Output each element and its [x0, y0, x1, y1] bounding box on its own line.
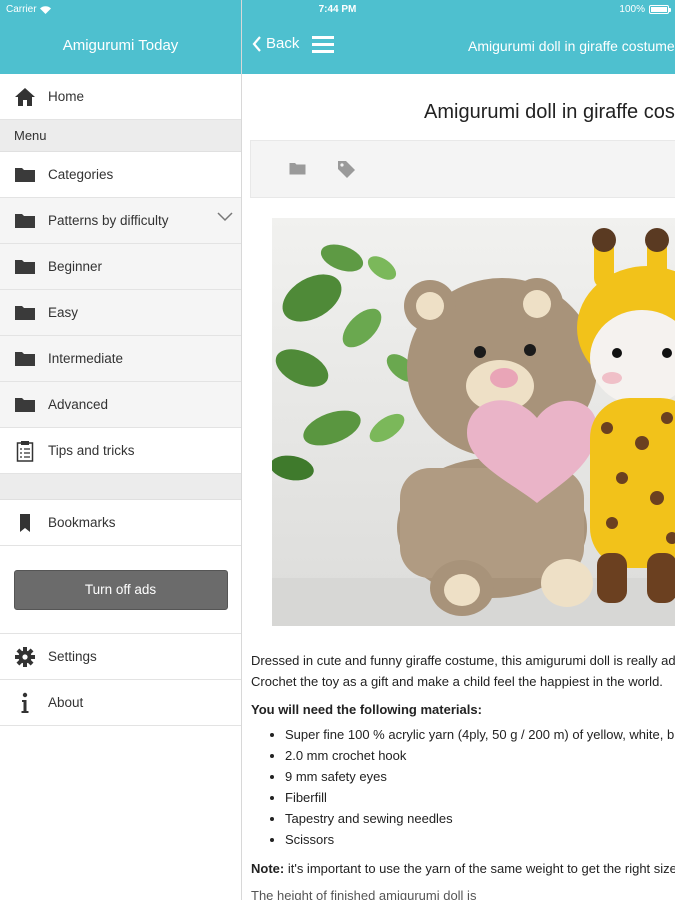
sidebar-item-label: Categories: [48, 167, 114, 182]
clipboard-icon: [14, 440, 36, 462]
header-title: Amigurumi doll in giraffe costume: [468, 38, 675, 54]
sidebar-item-tips-and-tricks[interactable]: Tips and tricks: [0, 428, 241, 474]
list-item: 9 mm safety eyes: [285, 766, 675, 787]
sidebar-divider: [0, 474, 241, 500]
tag-icon[interactable]: [337, 160, 356, 179]
list-item: Tapestry and sewing needles: [285, 808, 675, 829]
clock: 7:44 PM: [318, 4, 357, 15]
post-meta-bar: [250, 140, 675, 198]
sidebar-item-label: Easy: [48, 305, 79, 320]
menu-section-label: Menu: [14, 128, 47, 143]
menu-section-header: Menu: [0, 120, 241, 152]
sidebar-item-label: Settings: [48, 649, 97, 664]
main-panel: Back Amigurumi doll in giraffe costume A…: [242, 0, 675, 900]
sidebar: Amigurumi Today Home Menu Categories Pat…: [0, 0, 242, 900]
sidebar-item-settings[interactable]: Settings: [0, 634, 241, 680]
status-bar: Carrier 7:44 PM 100%: [0, 0, 675, 20]
home-icon: [14, 86, 36, 108]
list-item: Fiberfill: [285, 787, 675, 808]
article-body: Dressed in cute and funny giraffe costum…: [251, 650, 675, 900]
sidebar-item-home[interactable]: Home: [0, 74, 241, 120]
list-item: Scissors: [285, 829, 675, 850]
chevron-down-icon[interactable]: [217, 212, 233, 222]
page-title: Amigurumi doll in giraffe costume: [424, 101, 675, 123]
sidebar-item-easy[interactable]: Easy: [0, 290, 241, 336]
battery-percent: 100%: [619, 4, 645, 15]
sidebar-item-beginner[interactable]: Beginner: [0, 244, 241, 290]
sidebar-item-patterns-by-difficulty[interactable]: Patterns by difficulty: [0, 198, 241, 244]
sidebar-item-label: Patterns by difficulty: [48, 213, 169, 228]
sidebar-item-advanced[interactable]: Advanced: [0, 382, 241, 428]
folder-icon: [14, 164, 36, 186]
article-paragraph: Crochet the toy as a gift and make a chi…: [251, 674, 663, 689]
sidebar-item-intermediate[interactable]: Intermediate: [0, 336, 241, 382]
back-label: Back: [266, 35, 300, 52]
sidebar-item-label: Home: [48, 89, 85, 104]
sidebar-item-label: Beginner: [48, 259, 103, 274]
sidebar-item-label: Tips and tricks: [48, 443, 135, 458]
folder-icon: [14, 348, 36, 370]
turn-off-ads-button[interactable]: Turn off ads: [13, 569, 228, 610]
sidebar-item-about[interactable]: About: [0, 680, 241, 726]
info-icon: [14, 692, 36, 714]
note-text: it's important to use the yarn of the sa…: [284, 861, 675, 876]
list-item: 2.0 mm crochet hook: [285, 745, 675, 766]
sidebar-item-label: Intermediate: [48, 351, 124, 366]
folder-icon: [14, 256, 36, 278]
sidebar-item-label: Bookmarks: [48, 515, 116, 530]
ads-section: Turn off ads: [0, 546, 241, 634]
materials-heading: You will need the following materials:: [251, 702, 482, 717]
battery-indicator: 100%: [619, 4, 671, 15]
note-paragraph: Note: it's important to use the yarn of …: [251, 858, 675, 879]
app-title: Amigurumi Today: [62, 37, 179, 54]
sidebar-item-label: About: [48, 695, 84, 710]
folder-icon: [14, 394, 36, 416]
folder-icon[interactable]: [289, 162, 306, 175]
battery-icon: [649, 5, 671, 14]
chevron-left-icon: [252, 35, 261, 52]
turn-off-ads-label: Turn off ads: [84, 582, 157, 597]
article-image: [272, 218, 675, 626]
back-button[interactable]: Back: [252, 35, 299, 52]
sidebar-item-bookmarks[interactable]: Bookmarks: [0, 500, 241, 546]
folder-icon: [14, 302, 36, 324]
hamburger-menu-icon[interactable]: [312, 36, 334, 53]
sidebar-item-label: Advanced: [48, 397, 109, 412]
folder-icon: [14, 210, 36, 232]
sidebar-item-categories[interactable]: Categories: [0, 152, 241, 198]
materials-list: Super fine 100 % acrylic yarn (4ply, 50 …: [251, 724, 675, 850]
list-item: Super fine 100 % acrylic yarn (4ply, 50 …: [285, 724, 675, 745]
article-paragraph: Dressed in cute and funny giraffe costum…: [251, 653, 675, 668]
note-label: Note:: [251, 861, 285, 876]
gear-icon: [14, 646, 36, 668]
article-paragraph: The height of finished amigurumi doll is: [251, 888, 477, 900]
bookmark-icon: [14, 512, 36, 534]
